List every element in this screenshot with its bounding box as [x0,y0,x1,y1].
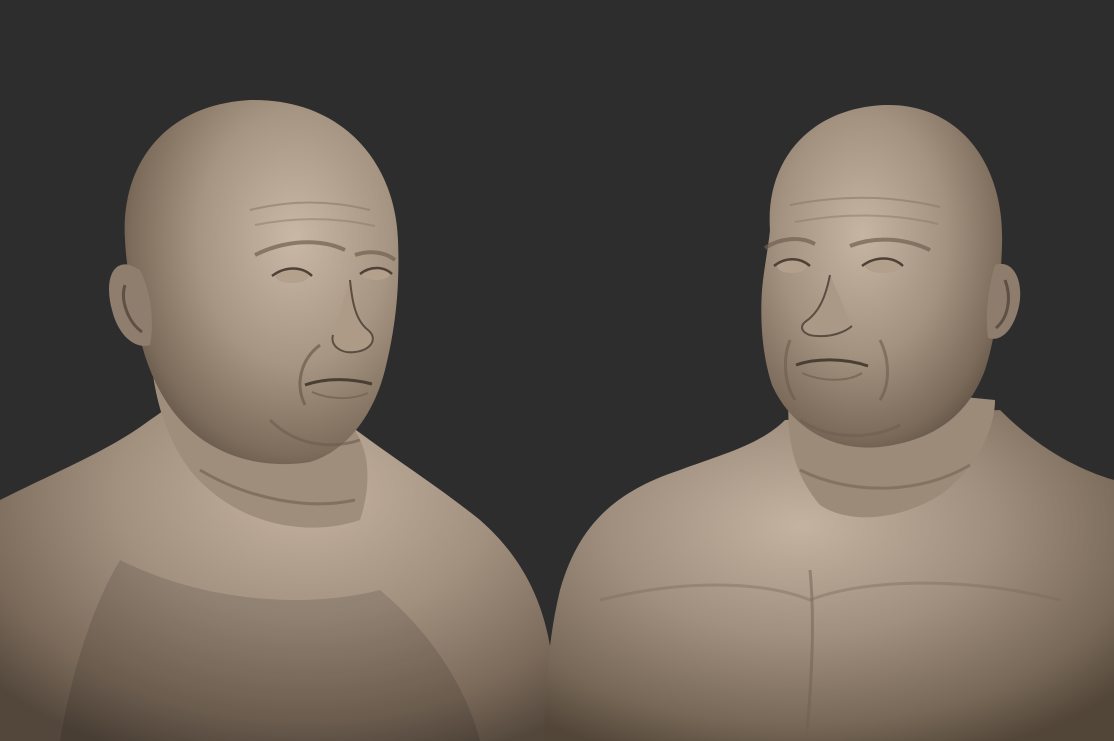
left-bust [0,99,555,741]
sculpt-viewport[interactable] [0,0,1114,741]
render-canvas [0,99,1114,741]
right-bust [545,104,1114,741]
